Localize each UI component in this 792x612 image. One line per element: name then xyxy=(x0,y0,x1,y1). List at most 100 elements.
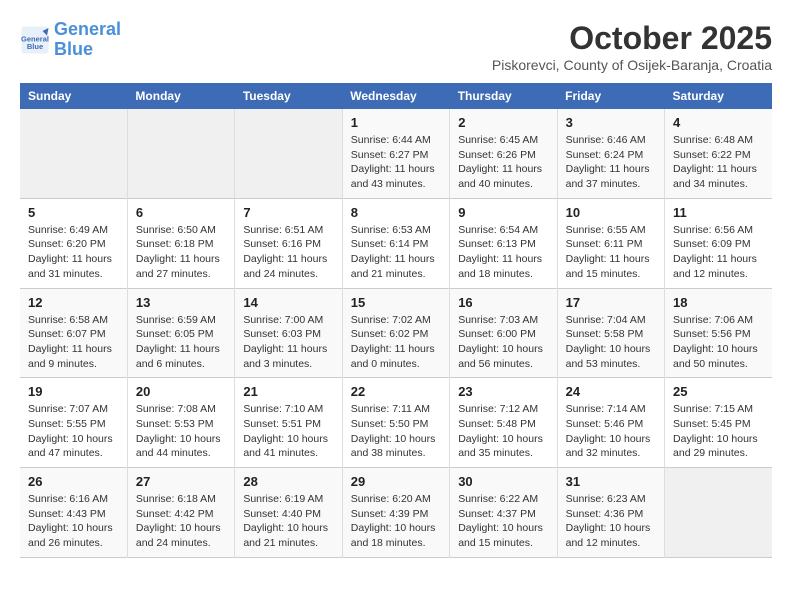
calendar-cell: 3Sunrise: 6:46 AM Sunset: 6:24 PM Daylig… xyxy=(557,109,664,198)
day-number: 24 xyxy=(566,384,656,399)
day-info: Sunrise: 7:12 AM Sunset: 5:48 PM Dayligh… xyxy=(458,402,548,461)
calendar-cell xyxy=(127,109,234,198)
calendar-cell: 8 Sunrise: 6:53 AM Sunset: 6:14 PM Daylig… xyxy=(342,198,449,288)
logo-text: GeneralBlue xyxy=(54,20,121,60)
day-number: 25 xyxy=(673,384,764,399)
day-number: 15 xyxy=(351,295,441,310)
calendar-cell: 2 Sunrise: 6:45 AM Sunset: 6:26 PM Daylig… xyxy=(450,109,557,198)
day-number: 23 xyxy=(458,384,548,399)
calendar-cell: 28Sunrise: 6:19 AM Sunset: 4:40 PM Dayli… xyxy=(235,468,342,558)
calendar-week-4: 19 Sunrise: 7:07 AM Sunset: 5:55 PM Dayli… xyxy=(20,378,772,468)
day-info: Sunrise: 7:04 AM Sunset: 5:58 PM Dayligh… xyxy=(566,313,656,372)
calendar-cell: 13 Sunrise: 6:59 AM Sunset: 6:05 PM Dayli… xyxy=(127,288,234,378)
calendar-cell: 23 Sunrise: 7:12 AM Sunset: 5:48 PM Dayli… xyxy=(450,378,557,468)
day-number: 14 xyxy=(243,295,333,310)
month-title: October 2025 xyxy=(492,20,772,57)
day-info: Sunrise: 6:48 AM Sunset: 6:22 PM Dayligh… xyxy=(673,133,764,192)
day-info: Sunrise: 6:53 AM Sunset: 6:14 PM Dayligh… xyxy=(351,223,441,282)
day-info: Sunrise: 6:59 AM Sunset: 6:05 PM Dayligh… xyxy=(136,313,226,372)
calendar-cell: 5Sunrise: 6:49 AM Sunset: 6:20 PM Daylig… xyxy=(20,198,127,288)
calendar-cell xyxy=(235,109,342,198)
day-number: 22 xyxy=(351,384,441,399)
day-number: 27 xyxy=(136,474,226,489)
day-info: Sunrise: 7:11 AM Sunset: 5:50 PM Dayligh… xyxy=(351,402,441,461)
location: Piskorevci, County of Osijek-Baranja, Cr… xyxy=(492,57,772,73)
calendar-cell: 10 Sunrise: 6:55 AM Sunset: 6:11 PM Dayli… xyxy=(557,198,664,288)
logo: General Blue GeneralBlue xyxy=(20,20,121,60)
calendar-cell: 22 Sunrise: 7:11 AM Sunset: 5:50 PM Dayli… xyxy=(342,378,449,468)
day-info: Sunrise: 6:51 AM Sunset: 6:16 PM Dayligh… xyxy=(243,223,333,282)
day-info: Sunrise: 7:14 AM Sunset: 5:46 PM Dayligh… xyxy=(566,402,656,461)
day-number: 16 xyxy=(458,295,548,310)
day-info: Sunrise: 7:15 AM Sunset: 5:45 PM Dayligh… xyxy=(673,402,764,461)
day-number: 21 xyxy=(243,384,333,399)
day-number: 29 xyxy=(351,474,441,489)
calendar-cell: 12 Sunrise: 6:58 AM Sunset: 6:07 PM Dayli… xyxy=(20,288,127,378)
day-number: 19 xyxy=(28,384,119,399)
day-number: 9 xyxy=(458,205,548,220)
calendar-cell: 11Sunrise: 6:56 AM Sunset: 6:09 PM Dayli… xyxy=(665,198,772,288)
calendar-cell: 24 Sunrise: 7:14 AM Sunset: 5:46 PM Dayli… xyxy=(557,378,664,468)
day-number: 7 xyxy=(243,205,333,220)
day-info: Sunrise: 6:58 AM Sunset: 6:07 PM Dayligh… xyxy=(28,313,119,372)
calendar-cell: 1 Sunrise: 6:44 AM Sunset: 6:27 PM Daylig… xyxy=(342,109,449,198)
calendar-cell: 17 Sunrise: 7:04 AM Sunset: 5:58 PM Dayli… xyxy=(557,288,664,378)
calendar-cell: 20 Sunrise: 7:08 AM Sunset: 5:53 PM Dayli… xyxy=(127,378,234,468)
calendar-cell: 21 Sunrise: 7:10 AM Sunset: 5:51 PM Dayli… xyxy=(235,378,342,468)
day-info: Sunrise: 6:54 AM Sunset: 6:13 PM Dayligh… xyxy=(458,223,548,282)
day-info: Sunrise: 6:55 AM Sunset: 6:11 PM Dayligh… xyxy=(566,223,656,282)
calendar-week-2: 5Sunrise: 6:49 AM Sunset: 6:20 PM Daylig… xyxy=(20,198,772,288)
day-number: 13 xyxy=(136,295,226,310)
day-number: 20 xyxy=(136,384,226,399)
weekday-header-thursday: Thursday xyxy=(450,83,557,109)
day-info: Sunrise: 6:16 AM Sunset: 4:43 PM Dayligh… xyxy=(28,492,119,551)
calendar-week-3: 12 Sunrise: 6:58 AM Sunset: 6:07 PM Dayli… xyxy=(20,288,772,378)
day-info: Sunrise: 6:44 AM Sunset: 6:27 PM Dayligh… xyxy=(351,133,441,192)
day-info: Sunrise: 7:10 AM Sunset: 5:51 PM Dayligh… xyxy=(243,402,333,461)
weekday-header-wednesday: Wednesday xyxy=(342,83,449,109)
day-info: Sunrise: 7:06 AM Sunset: 5:56 PM Dayligh… xyxy=(673,313,764,372)
calendar-cell: 25 Sunrise: 7:15 AM Sunset: 5:45 PM Dayli… xyxy=(665,378,772,468)
day-number: 10 xyxy=(566,205,656,220)
day-number: 8 xyxy=(351,205,441,220)
day-number: 2 xyxy=(458,115,548,130)
calendar-cell xyxy=(665,468,772,558)
day-info: Sunrise: 6:22 AM Sunset: 4:37 PM Dayligh… xyxy=(458,492,548,551)
weekday-header-monday: Monday xyxy=(127,83,234,109)
calendar-cell: 7 Sunrise: 6:51 AM Sunset: 6:16 PM Daylig… xyxy=(235,198,342,288)
calendar-cell: 26 Sunrise: 6:16 AM Sunset: 4:43 PM Dayli… xyxy=(20,468,127,558)
day-info: Sunrise: 7:02 AM Sunset: 6:02 PM Dayligh… xyxy=(351,313,441,372)
day-info: Sunrise: 6:56 AM Sunset: 6:09 PM Dayligh… xyxy=(673,223,764,282)
day-info: Sunrise: 7:08 AM Sunset: 5:53 PM Dayligh… xyxy=(136,402,226,461)
day-number: 6 xyxy=(136,205,226,220)
calendar-cell xyxy=(20,109,127,198)
day-number: 12 xyxy=(28,295,119,310)
calendar-cell: 27Sunrise: 6:18 AM Sunset: 4:42 PM Dayli… xyxy=(127,468,234,558)
day-number: 1 xyxy=(351,115,441,130)
day-number: 31 xyxy=(566,474,656,489)
day-number: 26 xyxy=(28,474,119,489)
calendar-week-1: 1 Sunrise: 6:44 AM Sunset: 6:27 PM Daylig… xyxy=(20,109,772,198)
day-number: 17 xyxy=(566,295,656,310)
day-info: Sunrise: 6:45 AM Sunset: 6:26 PM Dayligh… xyxy=(458,133,548,192)
calendar-cell: 18 Sunrise: 7:06 AM Sunset: 5:56 PM Dayli… xyxy=(665,288,772,378)
day-number: 5 xyxy=(28,205,119,220)
title-section: October 2025 Piskorevci, County of Osije… xyxy=(492,20,772,73)
calendar-cell: 4 Sunrise: 6:48 AM Sunset: 6:22 PM Daylig… xyxy=(665,109,772,198)
calendar-cell: 15 Sunrise: 7:02 AM Sunset: 6:02 PM Dayli… xyxy=(342,288,449,378)
day-number: 3 xyxy=(566,115,656,130)
day-info: Sunrise: 6:20 AM Sunset: 4:39 PM Dayligh… xyxy=(351,492,441,551)
weekday-header-tuesday: Tuesday xyxy=(235,83,342,109)
day-info: Sunrise: 6:23 AM Sunset: 4:36 PM Dayligh… xyxy=(566,492,656,551)
weekday-header-saturday: Saturday xyxy=(665,83,772,109)
logo-icon: General Blue xyxy=(20,25,50,55)
day-number: 4 xyxy=(673,115,764,130)
weekday-header-friday: Friday xyxy=(557,83,664,109)
day-info: Sunrise: 6:19 AM Sunset: 4:40 PM Dayligh… xyxy=(243,492,333,551)
day-number: 18 xyxy=(673,295,764,310)
calendar-cell: 14Sunrise: 7:00 AM Sunset: 6:03 PM Dayli… xyxy=(235,288,342,378)
calendar-cell: 9 Sunrise: 6:54 AM Sunset: 6:13 PM Daylig… xyxy=(450,198,557,288)
day-info: Sunrise: 7:03 AM Sunset: 6:00 PM Dayligh… xyxy=(458,313,548,372)
day-info: Sunrise: 7:07 AM Sunset: 5:55 PM Dayligh… xyxy=(28,402,119,461)
weekday-header-sunday: Sunday xyxy=(20,83,127,109)
